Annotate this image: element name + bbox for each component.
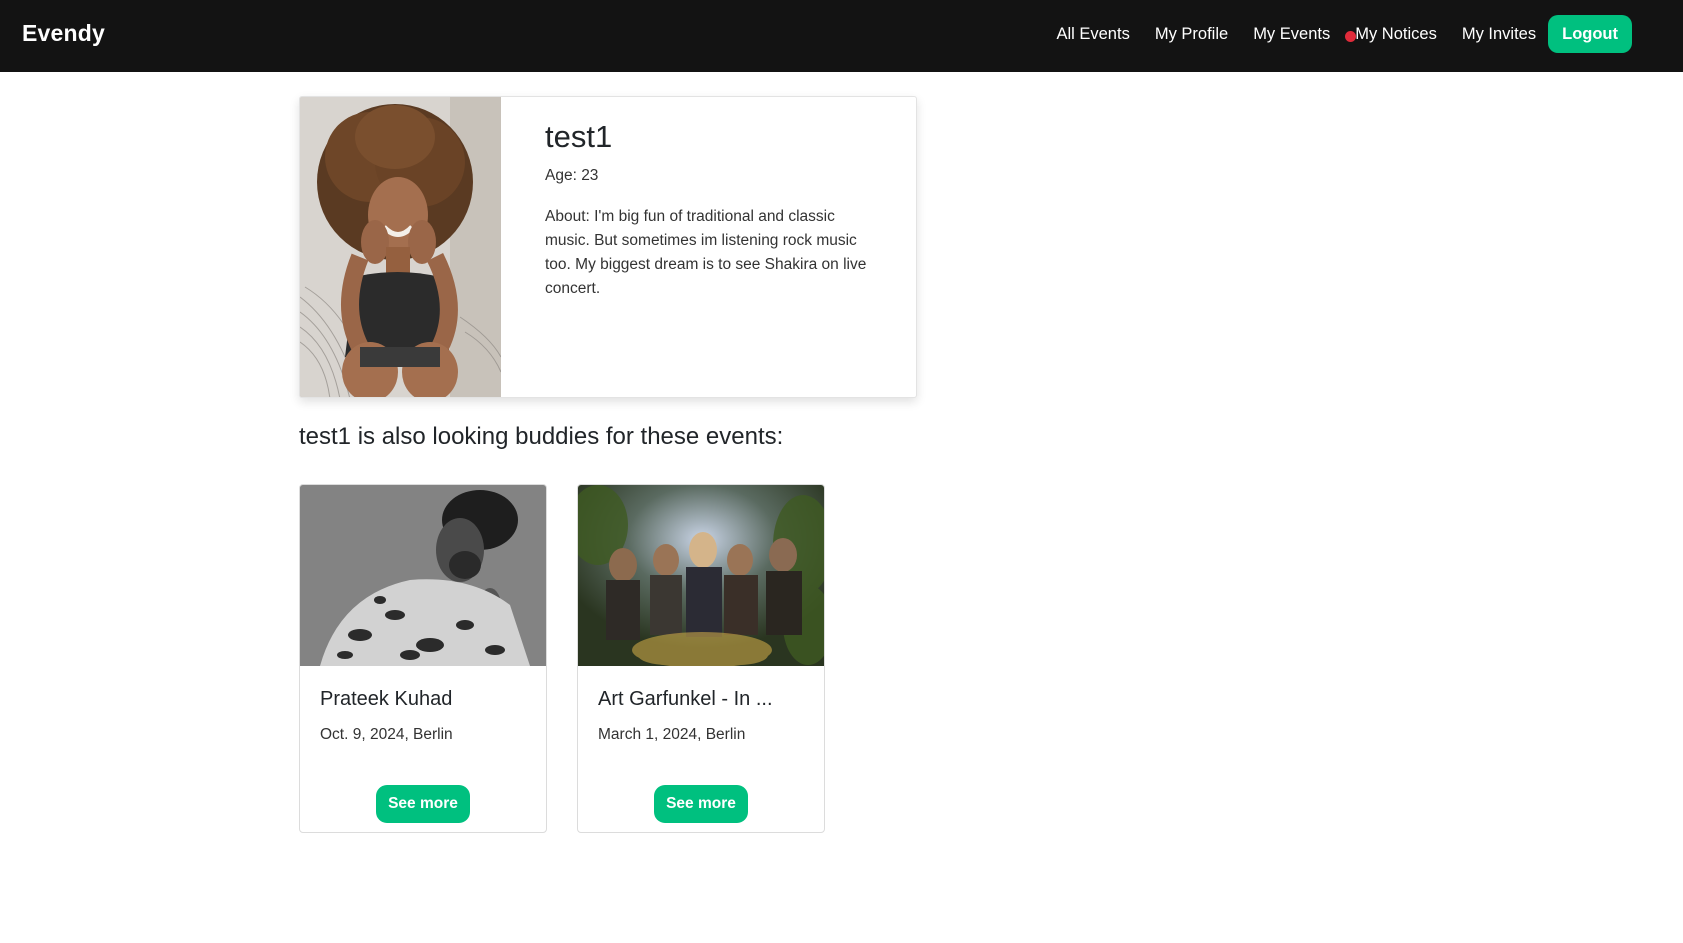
profile-card: test1 Age: 23 About: I'm big fun of trad…	[299, 96, 917, 398]
nav-link-my-notices-label: My Notices	[1355, 24, 1437, 43]
nav-link-my-profile[interactable]: My Profile	[1155, 25, 1228, 44]
event-title: Prateek Kuhad	[320, 688, 453, 710]
profile-age: Age: 23	[545, 167, 599, 184]
nav-link-my-notices[interactable]: My Notices	[1345, 24, 1437, 44]
event-card: Prateek Kuhad Oct. 9, 2024, Berlin See m…	[299, 484, 547, 833]
event-card: Art Garfunkel - In ... March 1, 2024, Be…	[577, 484, 825, 833]
see-more-button[interactable]: See more	[654, 785, 748, 823]
brand-logo[interactable]: Evendy	[22, 20, 105, 47]
profile-about: About: I'm big fun of traditional and cl…	[545, 208, 867, 297]
logout-button[interactable]: Logout	[1548, 15, 1632, 53]
nav-link-my-events[interactable]: My Events	[1253, 25, 1330, 44]
nav-link-my-invites[interactable]: My Invites	[1462, 25, 1536, 44]
events-section-heading: test1 is also looking buddies for these …	[299, 423, 784, 450]
notification-dot-icon	[1345, 30, 1357, 42]
profile-photo	[300, 97, 501, 397]
nav-link-all-events[interactable]: All Events	[1056, 25, 1129, 44]
event-title: Art Garfunkel - In ...	[598, 688, 773, 710]
see-more-button[interactable]: See more	[376, 785, 470, 823]
event-image	[578, 485, 824, 666]
event-date: Oct. 9, 2024, Berlin	[320, 726, 453, 743]
event-date: March 1, 2024, Berlin	[598, 726, 746, 743]
top-navbar: Evendy All Events My Profile My Events M…	[0, 0, 1683, 72]
nav-links: All Events My Profile My Events My Notic…	[1056, 15, 1632, 53]
event-image	[300, 485, 546, 666]
profile-name: test1	[545, 119, 613, 154]
